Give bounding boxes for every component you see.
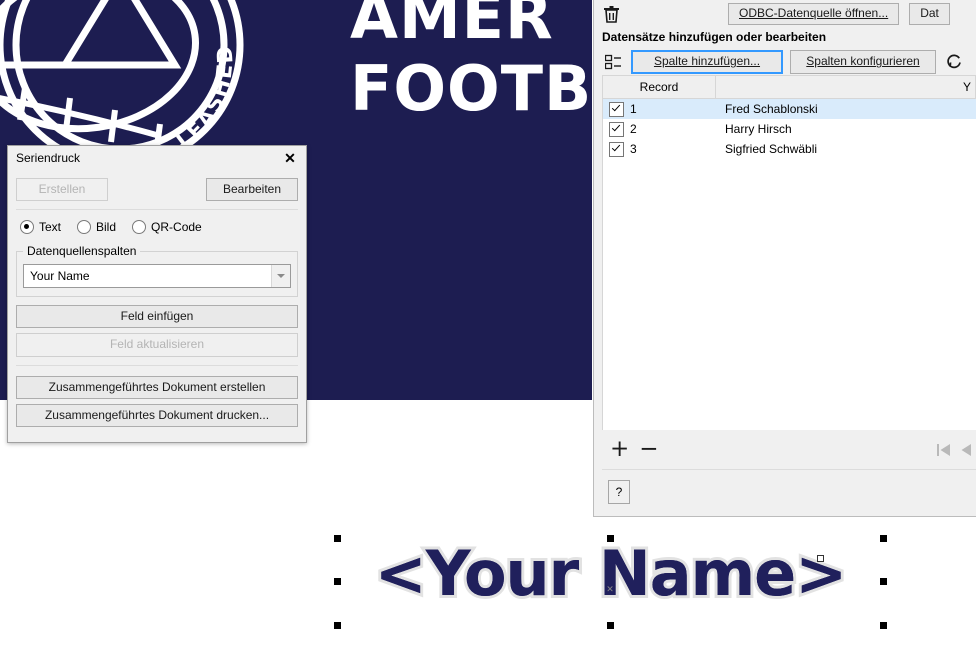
adjust-handle-icon[interactable] [817,555,824,562]
grid-cell-value[interactable]: Fred Schablonski [716,102,976,116]
divider-bottom [16,364,298,366]
table-row[interactable]: 1 Fred Schablonski [603,99,976,119]
radio-dot-icon [132,220,147,235]
create-merged-document-button[interactable]: Zusammengeführtes Dokument erstellen [16,375,298,399]
radio-text[interactable]: Text [20,220,62,235]
radio-qrcode[interactable]: QR-Code [132,220,202,235]
record-number: 1 [630,102,637,116]
resize-handle-top-center[interactable] [607,535,614,542]
previous-record-icon-svg [961,443,971,456]
resize-handle-middle-left[interactable] [334,578,341,585]
divider-top [16,209,298,211]
dialog-body: Erstellen Bearbeiten Text Bild QR-Code D… [8,170,306,442]
insert-field-button[interactable]: Feld einfügen [16,305,298,329]
edit-button[interactable]: Bearbeiten [206,178,298,202]
resize-handle-top-right[interactable] [880,535,887,542]
dialog-title: Seriendruck [16,151,81,165]
records-grid[interactable]: Record Y 1 Fred Schablonski 2 Harry Hirs… [602,75,976,430]
dialog-titlebar[interactable]: Seriendruck ✕ [8,146,306,170]
row-checkbox[interactable] [609,121,624,137]
logo-arc-text: LEASHED [172,43,237,154]
grid-cell-record: 3 [603,141,716,157]
grid-cell-value[interactable]: Harry Hirsch [716,122,976,136]
grid-header-value[interactable]: Y [716,76,976,98]
columns-list-icon[interactable] [602,51,624,73]
radio-qrcode-label: QR-Code [151,220,202,235]
brand-headline-bottom: FOOTB [350,52,592,125]
grid-cell-record: 1 [603,101,716,117]
app-root: LEASHED AMER FOOTB Seriendruck ✕ Erstell… [0,0,976,654]
section-title: Datensätze hinzufügen oder bearbeiten [602,30,827,44]
configure-columns-button-label: Spalten konfigurieren [806,54,920,69]
records-navigation-bar: + − [602,430,976,469]
odbc-button-label: ODBC-Datenquelle öffnen... [739,6,889,21]
grid-cell-record: 2 [603,121,716,137]
resize-handle-middle-right[interactable] [880,578,887,585]
help-button[interactable]: ? [608,480,630,504]
radio-text-label: Text [39,220,62,235]
datasource-columns-fieldset: Datenquellenspalten Your Name [16,244,298,298]
remove-record-button[interactable]: − [639,438,658,461]
print-merged-document-button[interactable]: Zusammengeführtes Dokument drucken... [16,403,298,427]
data-panel-toolbar: ODBC-Datenquelle öffnen... Dat [594,0,976,28]
rotation-center-icon[interactable]: ✕ [606,585,614,594]
refresh-icon-svg [946,54,961,68]
seriendruck-dialog[interactable]: Seriendruck ✕ Erstellen Bearbeiten Text … [7,145,307,443]
row-checkbox[interactable] [609,141,624,157]
table-row[interactable]: 3 Sigfried Schwäbli [603,139,976,159]
add-record-button[interactable]: + [610,438,629,461]
dialog-top-buttons: Erstellen Bearbeiten [16,178,298,202]
grid-header-record[interactable]: Record [603,76,716,98]
radio-bild[interactable]: Bild [77,220,117,235]
grid-cell-value[interactable]: Sigfried Schwäbli [716,142,976,156]
refresh-icon[interactable] [943,51,965,73]
datasource-column-value: Your Name [30,269,90,284]
resize-handle-bottom-center[interactable] [607,622,614,629]
record-navigation-group [936,442,974,458]
record-number: 3 [630,142,637,156]
data-panel-toolbar-secondary: Spalte hinzufügen... Spalten konfigurier… [594,48,976,76]
create-button[interactable]: Erstellen [16,178,108,202]
resize-handle-bottom-right[interactable] [880,622,887,629]
brand-headline-top: AMER [350,0,554,53]
data-panel-bottom-bar: ? [602,469,976,514]
selected-text-fill: <Your Name> [374,537,847,610]
record-add-remove-group: + − [610,438,659,461]
first-record-icon-svg [937,443,950,456]
fieldset-legend: Datenquellenspalten [27,244,137,259]
table-row[interactable]: 2 Harry Hirsch [603,119,976,139]
grid-header-row: Record Y [603,76,976,99]
previous-record-icon[interactable] [960,442,972,458]
open-odbc-datasource-button[interactable]: ODBC-Datenquelle öffnen... [728,3,900,25]
data-source-panel: ODBC-Datenquelle öffnen... Dat Datensätz… [593,0,976,517]
record-number: 2 [630,122,637,136]
radio-dot-icon [77,220,92,235]
trash-icon-svg [603,5,619,23]
columns-list-icon-svg [604,54,621,70]
row-checkbox[interactable] [609,101,624,117]
add-column-button-label: Spalte hinzufügen... [653,54,761,69]
trash-icon[interactable] [600,3,622,25]
update-field-button[interactable]: Feld aktualisieren [16,333,298,357]
datasource-column-select[interactable]: Your Name [23,264,291,289]
add-column-button[interactable]: Spalte hinzufügen... [631,50,783,74]
radio-dot-icon [20,220,34,235]
mode-radio-group: Text Bild QR-Code [20,220,298,235]
configure-columns-button[interactable]: Spalten konfigurieren [790,50,936,74]
close-icon[interactable]: ✕ [280,148,300,168]
resize-handle-top-left[interactable] [334,535,341,542]
first-record-icon[interactable] [936,442,952,458]
radio-bild-label: Bild [96,220,117,235]
selected-text-object[interactable]: <Your Name> <Your Name> ✕ [334,535,887,629]
resize-handle-bottom-left[interactable] [334,622,341,629]
chevron-down-icon[interactable] [271,265,290,288]
dat-button[interactable]: Dat [909,3,950,25]
